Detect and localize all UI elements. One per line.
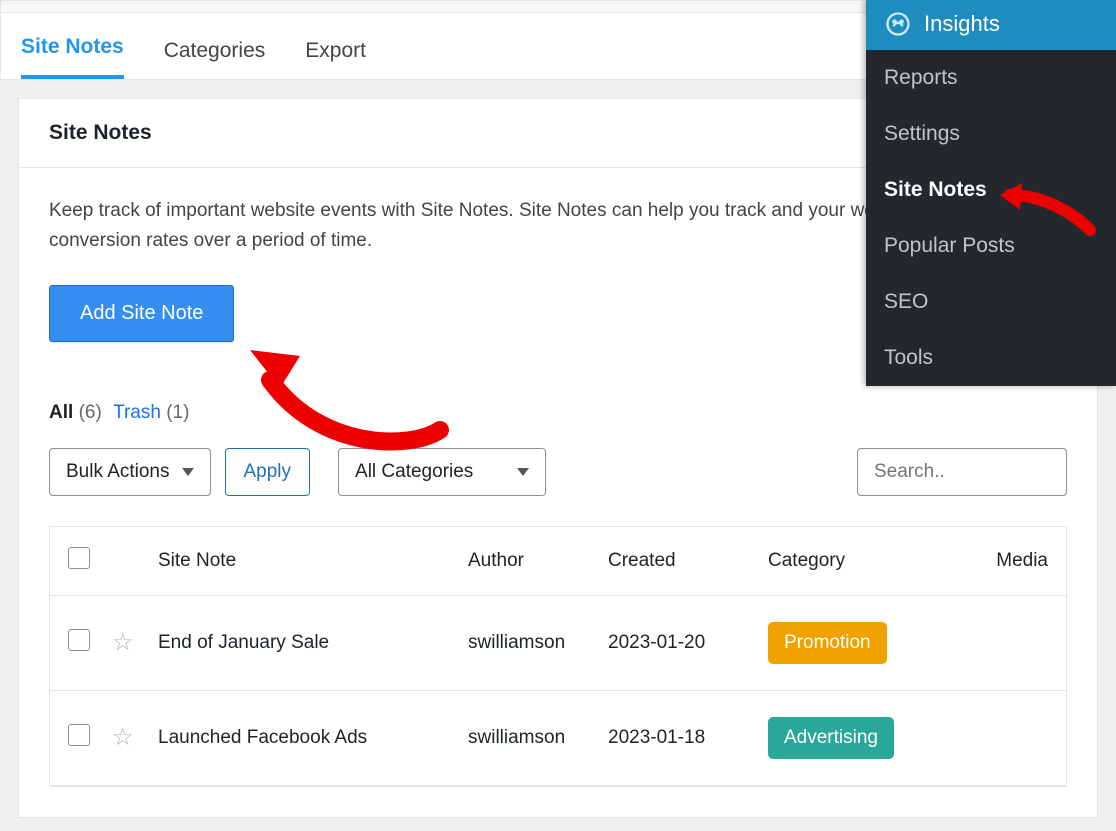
column-media[interactable]: Media — [978, 550, 1048, 572]
row-author: swilliamson — [468, 632, 608, 654]
category-filter-label: All Categories — [355, 461, 473, 483]
tab-export[interactable]: Export — [305, 21, 366, 79]
column-created[interactable]: Created — [608, 550, 768, 572]
filter-all[interactable]: All — [49, 402, 73, 423]
star-icon[interactable]: ☆ — [112, 724, 134, 751]
sidebar-item-site-notes[interactable]: Site Notes — [866, 162, 1116, 218]
sidebar-header[interactable]: Insights — [866, 0, 1116, 50]
row-checkbox[interactable] — [68, 724, 90, 746]
insights-logo-icon — [884, 10, 912, 38]
apply-button[interactable]: Apply — [225, 448, 311, 496]
row-checkbox[interactable] — [68, 629, 90, 651]
table-header: Site Note Author Created Category Media — [50, 527, 1066, 596]
filter-trash[interactable]: Trash — [113, 402, 161, 423]
row-author: swilliamson — [468, 727, 608, 749]
row-note-title[interactable]: Launched Facebook Ads — [158, 727, 468, 749]
table-row: ☆ Launched Facebook Adsswilliamson2023-01… — [50, 691, 1066, 786]
plugin-sidebar: Insights ReportsSettingsSite NotesPopula… — [866, 0, 1116, 386]
search-input[interactable] — [857, 448, 1067, 496]
select-all-checkbox[interactable] — [68, 547, 90, 569]
sidebar-item-reports[interactable]: Reports — [866, 50, 1116, 106]
column-author[interactable]: Author — [468, 550, 608, 572]
category-badge[interactable]: Promotion — [768, 622, 887, 664]
chevron-down-icon — [517, 468, 529, 476]
search-wrap — [857, 448, 1067, 496]
sidebar-item-tools[interactable]: Tools — [866, 330, 1116, 386]
sidebar-item-popular-posts[interactable]: Popular Posts — [866, 218, 1116, 274]
filter-all-count: (6) — [79, 402, 102, 423]
column-site-note[interactable]: Site Note — [158, 550, 468, 572]
bulk-actions-select[interactable]: Bulk Actions — [49, 448, 211, 496]
filter-trash-count: (1) — [166, 402, 189, 423]
tab-categories[interactable]: Categories — [164, 21, 266, 79]
table-row: ☆ End of January Saleswilliamson2023-01-2… — [50, 596, 1066, 691]
tab-site-notes[interactable]: Site Notes — [21, 17, 124, 79]
chevron-down-icon — [182, 468, 194, 476]
category-badge[interactable]: Advertising — [768, 717, 894, 759]
site-notes-table: Site Note Author Created Category Media … — [49, 526, 1067, 787]
status-filter-row: All (6) Trash (1) — [49, 402, 1067, 424]
row-created: 2023-01-20 — [608, 632, 768, 654]
sidebar-item-settings[interactable]: Settings — [866, 106, 1116, 162]
sidebar-item-seo[interactable]: SEO — [866, 274, 1116, 330]
star-icon[interactable]: ☆ — [112, 629, 134, 656]
bulk-actions-label: Bulk Actions — [66, 461, 170, 483]
category-filter-select[interactable]: All Categories — [338, 448, 546, 496]
column-category[interactable]: Category — [768, 550, 978, 572]
row-note-title[interactable]: End of January Sale — [158, 632, 468, 654]
add-site-note-button[interactable]: Add Site Note — [49, 285, 234, 342]
row-created: 2023-01-18 — [608, 727, 768, 749]
sidebar-header-label: Insights — [924, 11, 1000, 37]
